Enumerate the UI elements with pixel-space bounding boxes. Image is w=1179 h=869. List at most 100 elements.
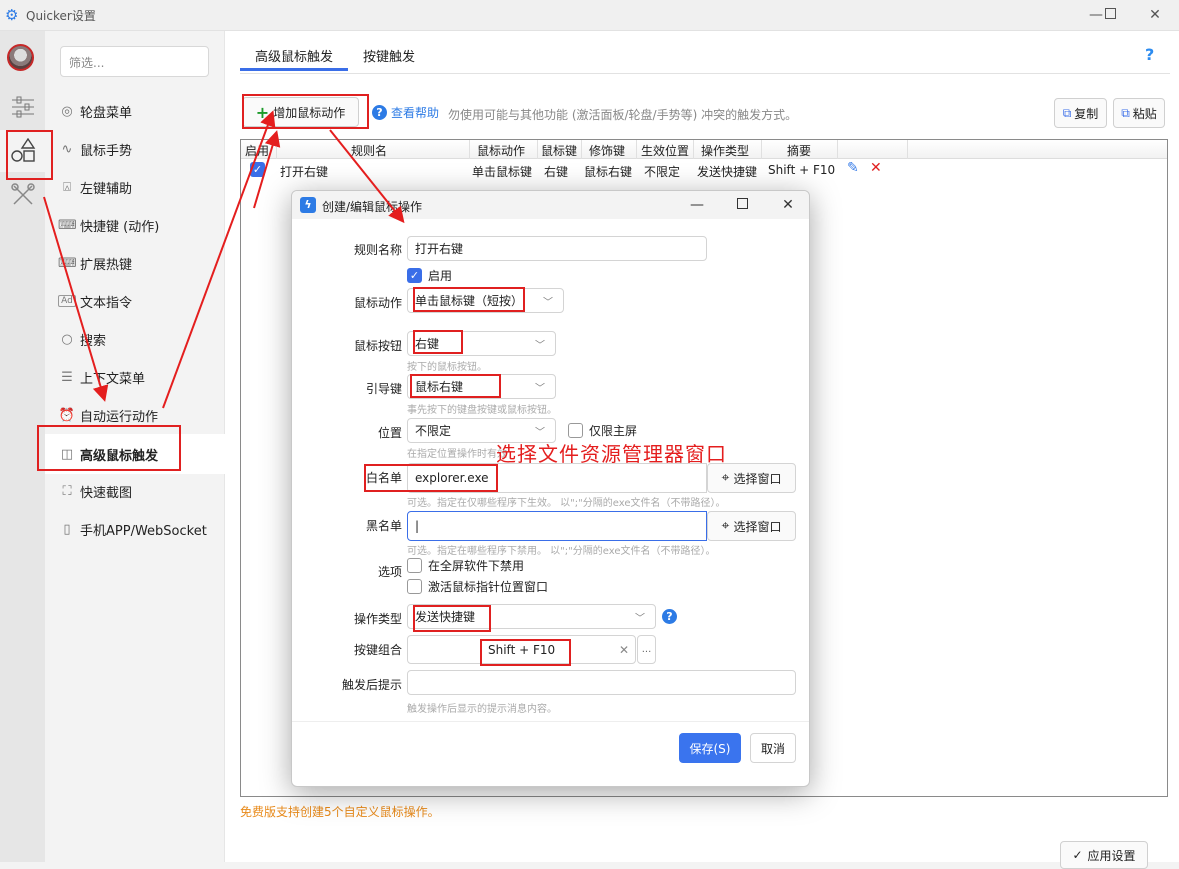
disable-fullscreen-checkbox[interactable]: 在全屏软件下禁用 (407, 557, 524, 574)
row-button: 右键 (544, 165, 569, 179)
col-sep (837, 140, 838, 159)
maximize-button[interactable] (1096, 4, 1124, 26)
col-action[interactable]: 鼠标动作 (477, 142, 525, 159)
apply-settings-button[interactable]: ✓ 应用设置 (1060, 841, 1148, 869)
col-sep (469, 140, 470, 159)
rule-name-input[interactable]: 打开右键 (407, 236, 707, 261)
quicker-bolt-icon: ϟ (300, 197, 316, 213)
checkbox-unchecked-icon (407, 558, 422, 573)
alarm-icon: ⏰ (58, 407, 76, 423)
row-enabled-checkbox[interactable]: ✓ (250, 162, 265, 177)
nav-item-mouse-gesture[interactable]: ∿ 鼠标手势 (45, 130, 225, 168)
col-modifier[interactable]: 修饰键 (589, 142, 625, 159)
col-sep (907, 140, 908, 159)
mouse-icon: ◫ (60, 446, 74, 462)
position-label: 位置 (377, 426, 402, 440)
lead-key-hint: 事先按下的键盘按键或鼠标按钮。 (407, 405, 557, 416)
tab-key-trigger[interactable]: 按键触发 (363, 41, 415, 71)
whitelist-input[interactable]: explorer.exe (407, 463, 707, 493)
dialog-close-button[interactable]: ✕ (775, 195, 801, 215)
wheel-icon: ◎ (61, 103, 73, 119)
add-mouse-action-button[interactable]: + 增加鼠标动作 (242, 97, 359, 127)
key-combo-label: 按键组合 (353, 643, 402, 657)
paste-icon: ⧉ (1121, 105, 1130, 120)
dialog-title: 创建/编辑鼠标操作 (322, 200, 423, 214)
blacklist-label: 黑名单 (365, 519, 402, 533)
blacklist-pick-window-button[interactable]: ⌖ 选择窗口 (707, 511, 796, 541)
mouse-action-select[interactable]: 单击鼠标键（短按） ﹀ (407, 288, 564, 313)
edit-icon[interactable]: ✎ (847, 160, 859, 176)
rail-triggers[interactable] (0, 130, 45, 172)
help-link[interactable]: ? 查看帮助 (372, 104, 439, 121)
activate-pointer-window-checkbox[interactable]: 激活鼠标指针位置窗口 (407, 578, 548, 595)
copy-button[interactable]: ⧉ 复制 (1054, 98, 1107, 128)
lead-key-label: 引导键 (365, 382, 402, 396)
nav-item-context-menu[interactable]: ☰ 上下文菜单 (45, 358, 225, 396)
mouse-action-label: 鼠标动作 (353, 296, 402, 310)
crop-icon: ⛶ (62, 483, 72, 499)
nav-item-ext-hotkey[interactable]: ⌨ 扩展热键 (45, 244, 225, 282)
chevron-down-icon: ﹀ (535, 383, 545, 394)
rail-settings[interactable] (0, 87, 45, 127)
window-title: Quicker设置 (26, 9, 96, 23)
col-summary[interactable]: 摘要 (787, 142, 811, 159)
options-label: 选项 (377, 565, 402, 579)
chevron-down-icon: ﹀ (635, 613, 645, 624)
clear-icon[interactable]: ✕ (619, 643, 629, 657)
col-sep (636, 140, 637, 159)
check-icon: ✓ (1072, 848, 1083, 862)
mouse-button-label: 鼠标按钮 (353, 339, 402, 353)
col-sep (761, 140, 762, 159)
col-name[interactable]: 规则名 (351, 142, 387, 159)
whitelist-pick-window-button[interactable]: ⌖ 选择窗口 (707, 463, 796, 493)
lead-key-select[interactable]: 鼠标右键 ﹀ (407, 374, 556, 399)
cancel-button[interactable]: 取消 (750, 733, 796, 763)
nav-item-hotkey-action[interactable]: ⌨ 快捷键 (动作) (45, 206, 225, 244)
search-icon: ○ (61, 331, 73, 347)
dialog-minimize-button[interactable]: — (684, 195, 710, 215)
gesture-icon: ∿ (61, 141, 73, 157)
nav-item-left-assist[interactable]: ⍓ 左键辅助 (45, 168, 225, 206)
delete-icon[interactable]: ✕ (870, 160, 882, 176)
rail-tools[interactable] (0, 175, 45, 215)
edit-mouse-action-dialog: ϟ 创建/编辑鼠标操作 — ✕ 规则名称 打开右键 ✓ 启用 鼠标动作 单击鼠标键… (291, 190, 810, 787)
key-combo-more-button[interactable]: ... (637, 635, 656, 664)
dialog-titlebar: ϟ 创建/编辑鼠标操作 — ✕ (292, 191, 809, 219)
menu-icon: ☰ (61, 369, 73, 385)
op-type-select[interactable]: 发送快捷键 ﹀ (407, 604, 656, 629)
maximize-icon (1104, 8, 1116, 19)
tab-advanced-mouse[interactable]: 高级鼠标触发 (240, 41, 348, 71)
nav-item-screenshot[interactable]: ⛶ 快速截图 (45, 472, 225, 510)
close-button[interactable]: ✕ (1141, 4, 1169, 26)
nav-item-text-command[interactable]: Ad 文本指令 (45, 282, 225, 320)
nav-item-auto-run[interactable]: ⏰ 自动运行动作 (45, 396, 225, 434)
col-enabled[interactable]: 启用 (245, 142, 269, 159)
save-button[interactable]: 保存(S) (679, 733, 741, 763)
mouse-icon: ⍓ (63, 179, 71, 195)
col-op-type[interactable]: 操作类型 (701, 142, 749, 159)
icon-rail (0, 31, 45, 862)
key-combo-input[interactable]: Shift + F10 ✕ (407, 635, 636, 664)
help-icon[interactable]: ? (1145, 45, 1154, 64)
blacklist-hint: 可选。指定在哪些程序下禁用。 以";"分隔的exe文件名（不带路径）。 (407, 546, 716, 557)
nav-item-advanced-mouse[interactable]: ◫ 高级鼠标触发 (45, 434, 225, 474)
op-type-help-icon[interactable]: ? (662, 609, 677, 624)
filter-input[interactable]: 筛选... (60, 46, 209, 77)
tabs-divider (240, 73, 1170, 74)
col-button[interactable]: 鼠标键 (541, 142, 577, 159)
checkbox-unchecked-icon (568, 423, 583, 438)
enabled-checkbox[interactable]: ✓ 启用 (407, 267, 452, 284)
col-position[interactable]: 生效位置 (641, 142, 689, 159)
dialog-maximize-button[interactable] (729, 195, 755, 215)
blacklist-input[interactable]: | (407, 511, 707, 541)
mouse-button-select[interactable]: 右键 ﹀ (407, 331, 556, 356)
main-screen-only-checkbox[interactable]: 仅限主屏 (568, 422, 637, 439)
post-tip-input[interactable] (407, 670, 796, 695)
nav-item-search[interactable]: ○ 搜索 (45, 320, 225, 358)
nav-item-wheel-menu[interactable]: ◎ 轮盘菜单 (45, 92, 225, 130)
nav-item-mobile-app[interactable]: ▯ 手机APP/WebSocket (45, 510, 225, 548)
avatar[interactable] (7, 44, 34, 71)
dialog-footer-divider (292, 721, 809, 722)
row-action: 单击鼠标键 (472, 165, 533, 179)
paste-button[interactable]: ⧉ 粘贴 (1113, 98, 1165, 128)
